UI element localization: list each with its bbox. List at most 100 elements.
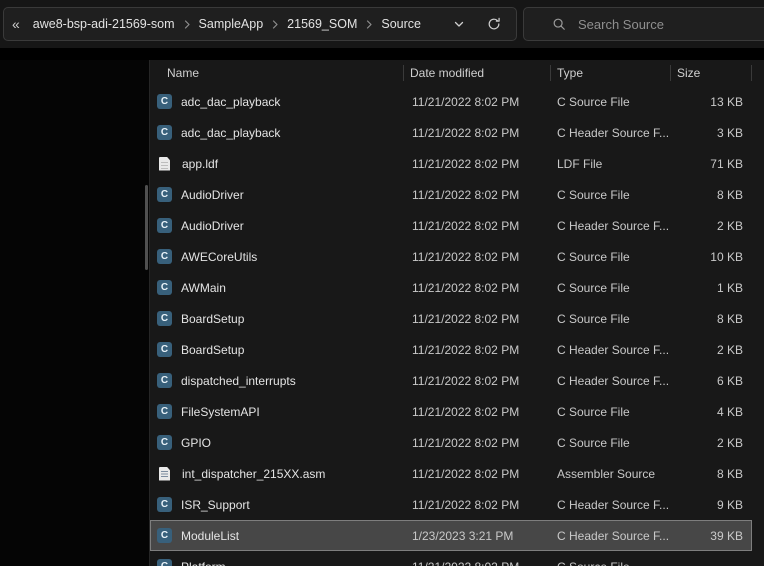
file-date-modified: 11/21/2022 8:02 PM	[404, 436, 551, 450]
file-row[interactable]: C BoardSetup 11/21/2022 8:02 PM C Source…	[150, 303, 752, 334]
c-file-icon: C	[157, 559, 172, 566]
breadcrumb-chevron-icon[interactable]	[270, 19, 280, 29]
breadcrumb-chevron-icon[interactable]	[182, 19, 192, 29]
file-type: C Source File	[551, 188, 671, 202]
file-name: ModuleList	[181, 529, 239, 543]
file-date-modified: 11/21/2022 8:02 PM	[404, 467, 551, 481]
file-name: BoardSetup	[181, 343, 244, 357]
file-row[interactable]: C ModuleList 1/23/2023 3:21 PM C Header …	[150, 520, 752, 551]
column-header-date-label: Date modified	[410, 66, 484, 80]
c-file-icon: C	[157, 373, 172, 388]
file-row[interactable]: C BoardSetup 11/21/2022 8:02 PM C Header…	[150, 334, 752, 365]
c-file-icon: C	[157, 280, 172, 295]
file-row[interactable]: C Platform 11/21/2022 8:02 PM C Source F…	[150, 551, 752, 566]
file-row[interactable]: int_dispatcher_215XX.asm 11/21/2022 8:02…	[150, 458, 752, 489]
c-file-icon: C	[157, 435, 172, 450]
file-name: AWECoreUtils	[181, 250, 257, 264]
file-name: AWMain	[181, 281, 226, 295]
file-date-modified: 11/21/2022 8:02 PM	[404, 281, 551, 295]
address-bar[interactable]: « awe8-bsp-adi-21569-som SampleApp 21569_S…	[3, 7, 517, 41]
file-date-modified: 11/21/2022 8:02 PM	[404, 560, 551, 566]
breadcrumb-item[interactable]: Source	[376, 14, 426, 34]
document-icon	[157, 156, 173, 172]
column-header-type-label: Type	[557, 66, 583, 80]
file-size: 8 KB	[671, 188, 752, 202]
file-size: 71 KB	[671, 157, 752, 171]
column-headers: Name Date modified Type Size	[150, 60, 763, 86]
navigation-pane	[0, 60, 150, 566]
toolbar-divider	[0, 48, 764, 60]
column-header-date-modified[interactable]: Date modified	[404, 65, 551, 81]
file-type: C Header Source F...	[551, 374, 671, 388]
file-list: C adc_dac_playback 11/21/2022 8:02 PM C …	[150, 86, 752, 566]
file-type: C Source File	[551, 95, 671, 109]
breadcrumb-item[interactable]: 21569_SOM	[282, 14, 362, 34]
file-date-modified: 11/21/2022 8:02 PM	[404, 312, 551, 326]
file-size: 6 KB	[671, 374, 752, 388]
file-date-modified: 11/21/2022 8:02 PM	[404, 498, 551, 512]
search-icon	[552, 17, 566, 31]
file-date-modified: 11/21/2022 8:02 PM	[404, 95, 551, 109]
file-name: AudioDriver	[181, 188, 244, 202]
nav-pane-scrollbar-thumb[interactable]	[145, 185, 148, 270]
file-date-modified: 11/21/2022 8:02 PM	[404, 188, 551, 202]
file-date-modified: 11/21/2022 8:02 PM	[404, 343, 551, 357]
file-size: 1 KB	[671, 281, 752, 295]
content-area: Name Date modified Type Size C adc_dac_p…	[0, 60, 764, 566]
file-size: 4 KB	[671, 405, 752, 419]
file-row[interactable]: C adc_dac_playback 11/21/2022 8:02 PM C …	[150, 117, 752, 148]
file-date-modified: 11/21/2022 8:02 PM	[404, 374, 551, 388]
file-size: 3 KB	[671, 126, 752, 140]
file-name: AudioDriver	[181, 219, 244, 233]
file-row[interactable]: C GPIO 11/21/2022 8:02 PM C Source File …	[150, 427, 752, 458]
file-date-modified: 11/21/2022 8:02 PM	[404, 219, 551, 233]
column-header-name[interactable]: Name	[150, 65, 404, 81]
file-list-pane: Name Date modified Type Size C adc_dac_p…	[150, 60, 763, 566]
breadcrumb-chevron-icon[interactable]	[364, 19, 374, 29]
c-file-icon: C	[157, 528, 172, 543]
c-file-icon: C	[157, 404, 172, 419]
file-date-modified: 11/21/2022 8:02 PM	[404, 250, 551, 264]
refresh-icon[interactable]	[484, 14, 504, 34]
breadcrumb: awe8-bsp-adi-21569-som SampleApp 21569_SOM…	[28, 14, 426, 34]
file-name: FileSystemAPI	[181, 405, 260, 419]
file-row[interactable]: C AudioDriver 11/21/2022 8:02 PM C Sourc…	[150, 179, 752, 210]
file-type: C Source File	[551, 405, 671, 419]
c-file-icon: C	[157, 342, 172, 357]
file-name: adc_dac_playback	[181, 126, 280, 140]
breadcrumb-item[interactable]: SampleApp	[194, 14, 269, 34]
file-date-modified: 11/21/2022 8:02 PM	[404, 405, 551, 419]
c-file-icon: C	[157, 249, 172, 264]
breadcrumb-overflow-icon[interactable]: «	[12, 16, 20, 32]
file-size: 2 KB	[671, 436, 752, 450]
file-size: 39 KB	[671, 529, 752, 543]
file-name: int_dispatcher_215XX.asm	[182, 467, 325, 481]
file-row[interactable]: app.ldf 11/21/2022 8:02 PM LDF File 71 K…	[150, 148, 752, 179]
c-file-icon: C	[157, 218, 172, 233]
file-size: 10 KB	[671, 250, 752, 264]
file-row[interactable]: C dispatched_interrupts 11/21/2022 8:02 …	[150, 365, 752, 396]
file-row[interactable]: C AWECoreUtils 11/21/2022 8:02 PM C Sour…	[150, 241, 752, 272]
file-name: dispatched_interrupts	[181, 374, 296, 388]
file-date-modified: 11/21/2022 8:02 PM	[404, 126, 551, 140]
file-type: C Header Source F...	[551, 498, 671, 512]
file-name: Platform	[181, 560, 226, 566]
file-row[interactable]: C AudioDriver 11/21/2022 8:02 PM C Heade…	[150, 210, 752, 241]
file-type: LDF File	[551, 157, 671, 171]
file-row[interactable]: C adc_dac_playback 11/21/2022 8:02 PM C …	[150, 86, 752, 117]
search-input[interactable]	[576, 16, 764, 33]
file-type: C Source File	[551, 250, 671, 264]
file-row[interactable]: C AWMain 11/21/2022 8:02 PM C Source Fil…	[150, 272, 752, 303]
file-type: C Source File	[551, 281, 671, 295]
file-date-modified: 11/21/2022 8:02 PM	[404, 157, 551, 171]
column-header-type[interactable]: Type	[551, 65, 671, 81]
file-row[interactable]: C ISR_Support 11/21/2022 8:02 PM C Heade…	[150, 489, 752, 520]
address-dropdown-icon[interactable]	[450, 15, 468, 33]
file-name: app.ldf	[182, 157, 218, 171]
breadcrumb-item[interactable]: awe8-bsp-adi-21569-som	[28, 14, 180, 34]
c-file-icon: C	[157, 311, 172, 326]
file-name: GPIO	[181, 436, 211, 450]
file-row[interactable]: C FileSystemAPI 11/21/2022 8:02 PM C Sou…	[150, 396, 752, 427]
column-header-size[interactable]: Size	[671, 65, 752, 81]
c-file-icon: C	[157, 125, 172, 140]
